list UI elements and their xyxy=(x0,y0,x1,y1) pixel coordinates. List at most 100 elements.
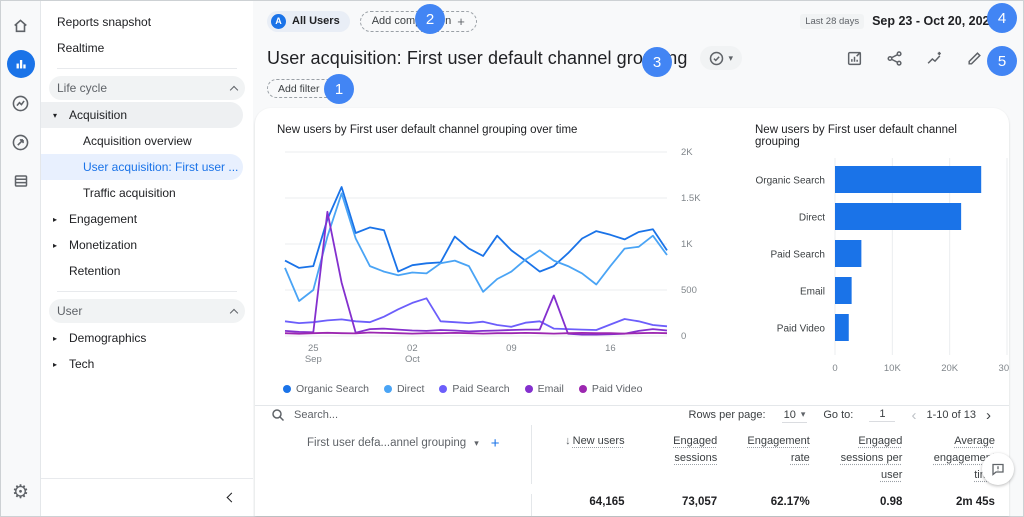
legend-item[interactable]: Direct xyxy=(383,383,425,395)
sidebar-item-reports-snapshot[interactable]: Reports snapshot xyxy=(41,9,253,35)
audience-chip[interactable]: A All Users xyxy=(267,10,350,32)
check-circle-icon xyxy=(709,51,723,65)
svg-text:0: 0 xyxy=(681,331,686,342)
sidebar-divider xyxy=(57,68,237,69)
legend-item[interactable]: Paid Search xyxy=(439,383,510,395)
sidebar-item-tech[interactable]: ▸ Tech xyxy=(41,351,253,377)
chart-legend: Organic Search Direct Paid Search Email Paid… xyxy=(283,383,725,395)
app-window: ⚙ Reports snapshot Realtime Life cycle ▾… xyxy=(0,0,1024,517)
sidebar-section-life-cycle[interactable]: Life cycle xyxy=(49,76,245,100)
svg-text:30K: 30K xyxy=(999,363,1009,374)
dimension-selector[interactable]: First user defa...annel grouping ▾ + xyxy=(307,435,521,452)
svg-text:Sep: Sep xyxy=(305,354,322,365)
comparison-bar: A All Users Add comparison + Last 28 day… xyxy=(267,9,1009,33)
chevron-up-icon xyxy=(229,85,239,94)
bar-chart[interactable]: 0 10K 20K 30K Organic Search Direct Paid Searc… xyxy=(755,152,1009,396)
reports-icon[interactable] xyxy=(6,50,35,78)
admin-gear-icon[interactable]: ⚙ xyxy=(12,481,29,504)
annotation-callout-5: 5 xyxy=(987,46,1017,76)
report-actions xyxy=(846,50,1009,67)
search-icon xyxy=(272,409,285,422)
library-icon[interactable] xyxy=(7,167,35,195)
svg-text:10K: 10K xyxy=(884,363,902,374)
svg-text:Paid Video: Paid Video xyxy=(777,324,826,335)
column-header-new-users[interactable]: ↓ New users xyxy=(532,433,624,484)
collapsed-arrow-icon: ▸ xyxy=(53,333,58,343)
sort-descending-icon: ↓ xyxy=(565,434,571,447)
search-input[interactable] xyxy=(294,409,494,422)
sidebar-item-user-acquisition[interactable]: User acquisition: First user ... xyxy=(41,154,243,180)
svg-text:20K: 20K xyxy=(941,363,959,374)
bar-chart-panel: New users by First user default channel … xyxy=(755,124,1009,401)
report-status-pill[interactable]: ▾ xyxy=(699,46,743,70)
collapse-sidebar-icon[interactable] xyxy=(226,492,237,503)
share-icon[interactable] xyxy=(886,50,903,67)
svg-text:Email: Email xyxy=(800,287,825,298)
report-card: New users by First user default channel … xyxy=(255,108,1009,516)
column-header-engaged-sessions[interactable]: Engaged sessions xyxy=(625,433,717,484)
date-range-picker[interactable]: Last 28 days Sep 23 - Oct 20, 2022 ▾ xyxy=(800,13,1009,29)
legend-label: Organic Search xyxy=(296,383,369,395)
sidebar-item-monetization[interactable]: ▸ Monetization xyxy=(41,232,253,258)
annotation-callout-2: 2 xyxy=(415,4,445,34)
sidebar-item-traffic-acquisition[interactable]: Traffic acquisition xyxy=(41,180,253,206)
svg-text:2K: 2K xyxy=(681,147,693,158)
insights-icon[interactable] xyxy=(926,50,943,67)
next-page-icon[interactable]: › xyxy=(986,407,991,424)
table-toolbar: Rows per page: 10 ▾ Go to: 1 ‹ 1-10 of 1… xyxy=(255,405,1009,425)
chevron-down-icon: ▾ xyxy=(800,409,806,420)
customize-chart-icon[interactable] xyxy=(846,50,863,67)
goto-page-input[interactable]: 1 xyxy=(869,408,896,423)
date-preset-label: Last 28 days xyxy=(800,13,865,29)
table-search[interactable] xyxy=(271,408,689,422)
table-totals-row: 64,165 73,057 62.17% 0.98 2m 45s xyxy=(255,494,1009,516)
legend-label: Email xyxy=(537,383,564,395)
explore-icon[interactable] xyxy=(7,89,35,117)
sidebar-item-demographics[interactable]: ▸ Demographics xyxy=(41,325,253,351)
audience-badge: A xyxy=(271,13,286,29)
title-row: User acquisition: First user default cha… xyxy=(267,46,1009,70)
legend-label: Direct xyxy=(396,383,425,395)
filter-bar: Add filter + xyxy=(267,79,1009,98)
legend-item[interactable]: Paid Video xyxy=(578,383,643,395)
svg-text:09: 09 xyxy=(506,343,517,354)
line-chart-title: New users by First user default channel … xyxy=(277,124,578,136)
legend-label: Paid Video xyxy=(591,383,643,395)
sidebar-item-acquisition[interactable]: ▾ Acquisition xyxy=(41,102,243,128)
chevron-up-icon xyxy=(229,308,239,317)
metric-headers: ↓ New users Engaged sessions Engagement r… xyxy=(531,424,1009,484)
rows-per-page-select[interactable]: 10 ▾ xyxy=(781,408,808,423)
svg-text:1.5K: 1.5K xyxy=(681,193,701,204)
column-header-average-engagement-time[interactable]: Average engagement time xyxy=(902,433,995,484)
previous-page-icon[interactable]: ‹ xyxy=(911,407,916,424)
bar-chart-title: New users by First user default channel … xyxy=(755,124,957,148)
feedback-icon xyxy=(992,463,1004,476)
line-chart-panel: New users by First user default channel … xyxy=(277,124,725,401)
column-header-engagement-rate[interactable]: Engagement rate xyxy=(717,433,809,484)
legend-item[interactable]: Email xyxy=(524,383,564,395)
chevron-down-icon: ▾ xyxy=(728,52,734,63)
advertising-icon[interactable] xyxy=(7,128,35,156)
legend-item[interactable]: Organic Search xyxy=(283,383,369,395)
column-header-engaged-sessions-per-user[interactable]: Engaged sessions per user xyxy=(810,433,903,484)
legend-dot-icon xyxy=(439,385,448,393)
sidebar-item-retention[interactable]: Retention xyxy=(41,258,253,284)
home-icon[interactable] xyxy=(7,11,35,39)
annotation-callout-4: 4 xyxy=(987,3,1017,33)
sidebar-item-engagement[interactable]: ▸ Engagement xyxy=(41,206,253,232)
total-average-engagement-time: 2m 45s xyxy=(955,496,995,508)
edit-pencil-icon[interactable] xyxy=(966,50,983,67)
line-chart[interactable]: 0 500 1K 1.5K 2K 25Sep 02Oct 09 16 xyxy=(277,140,725,378)
date-range-value: Sep 23 - Oct 20, 2022 xyxy=(872,14,997,28)
table-pagination-controls: Rows per page: 10 ▾ Go to: 1 ‹ 1-10 of 1… xyxy=(689,407,991,424)
add-dimension-icon[interactable]: + xyxy=(491,435,500,452)
sidebar-item-acquisition-overview[interactable]: Acquisition overview xyxy=(41,128,253,154)
total-engaged-sessions: 73,057 xyxy=(682,496,718,508)
feedback-button[interactable] xyxy=(982,453,1014,485)
sidebar-footer xyxy=(41,478,253,516)
main-content: A All Users Add comparison + Last 28 day… xyxy=(253,1,1023,516)
table-header-row: First user defa...annel grouping ▾ + ↓ Ne… xyxy=(255,424,1009,484)
sidebar-item-realtime[interactable]: Realtime xyxy=(41,35,253,61)
chevron-down-icon: ▾ xyxy=(474,437,479,448)
sidebar-section-user[interactable]: User xyxy=(49,299,245,323)
